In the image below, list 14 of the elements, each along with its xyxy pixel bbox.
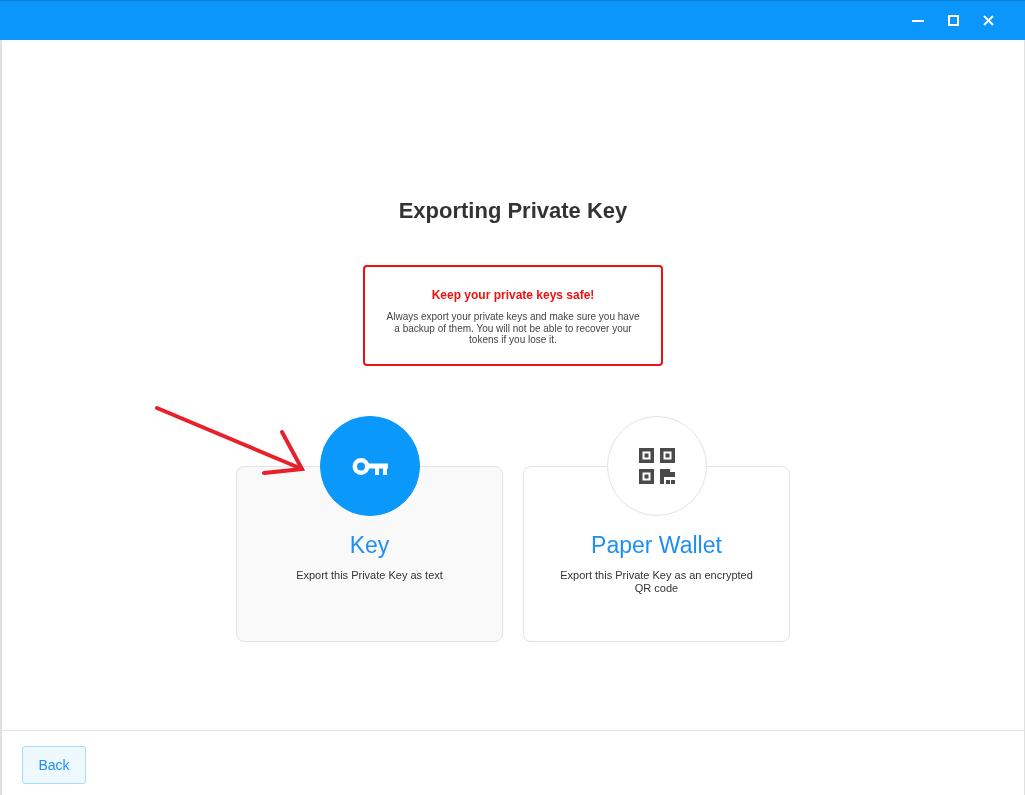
export-option-card[interactable]: Key Export this Private Key as text bbox=[236, 416, 503, 642]
page-title: Exporting Private Key bbox=[398, 197, 628, 225]
minimize-icon[interactable] bbox=[912, 19, 924, 22]
maximize-icon[interactable] bbox=[948, 15, 959, 26]
warning-title: Keep your private keys safe! bbox=[431, 287, 595, 303]
option-description: Export this Private Key as an encrypted QR code bbox=[559, 569, 754, 595]
qr-code-icon bbox=[638, 448, 675, 484]
option-title: Key bbox=[349, 532, 390, 558]
close-icon[interactable] bbox=[983, 15, 994, 26]
option-title: Paper Wallet bbox=[591, 532, 722, 558]
option-description: Export this Private Key as text bbox=[295, 569, 444, 582]
warning-text: Always export your private keys and make sure you have a backup of them. You will not be able to recover your tokens if you lose it. bbox=[385, 311, 641, 346]
key-icon bbox=[351, 456, 388, 476]
export-option-card[interactable]: Paper Wallet Export this Private Key as an encrypted QR code bbox=[523, 416, 790, 642]
